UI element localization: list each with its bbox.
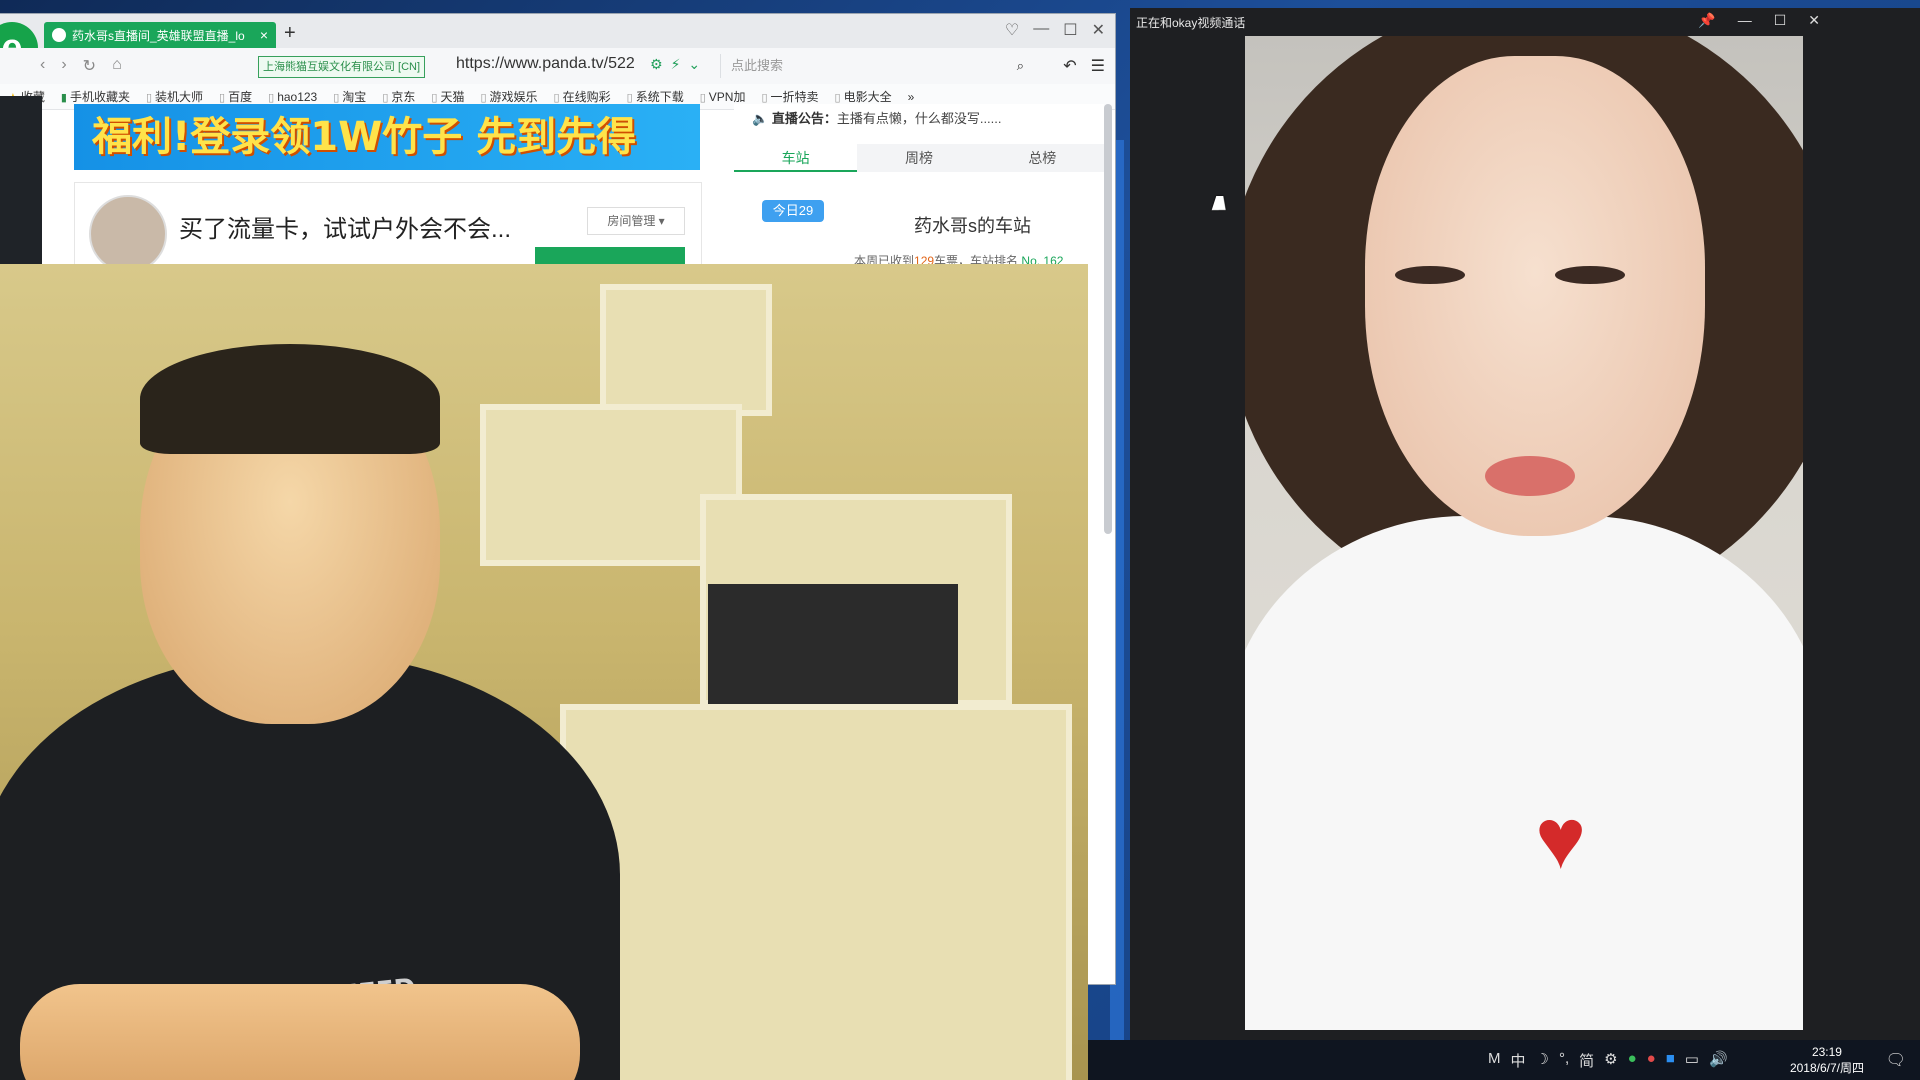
bookmarks-overflow-icon[interactable]: »	[908, 90, 915, 104]
search-icon[interactable]: ⌕	[1017, 54, 1024, 78]
arms	[20, 984, 580, 1080]
tab-active[interactable]: 药水哥s直播间_英雄联盟直播_lo ×	[44, 22, 276, 48]
bookmark-item[interactable]: 游戏娱乐	[480, 88, 538, 105]
room-manage-button[interactable]: 房间管理 ▾	[587, 207, 685, 235]
station-title: 药水哥s的车站	[914, 216, 1031, 236]
new-tab-button[interactable]: +	[284, 22, 296, 45]
bookmark-item[interactable]: 淘宝	[333, 88, 366, 105]
undo-icon[interactable]: ↶	[1063, 56, 1076, 76]
toolbar-icons: ↶ ☰	[1063, 56, 1105, 76]
url-icons: ⚙ ⚡ ⌄	[650, 56, 700, 73]
bookmark-item[interactable]: 一折特卖	[761, 88, 819, 105]
pin-icon[interactable]: 📌	[1698, 12, 1715, 29]
bookmark-item[interactable]: VPN加	[700, 88, 746, 105]
streamer-webcam: BOXING LIFED	[0, 264, 1088, 1080]
clock[interactable]: 23:19 2018/6/7/周四	[1790, 1044, 1864, 1076]
video-call-window: 正在和okay视频通话 📌 — ☐ ✕ ♥	[1130, 8, 1920, 1040]
bookmark-item[interactable]: 装机大师	[146, 88, 203, 105]
notification-icon[interactable]: 🗨	[1886, 1050, 1906, 1070]
forward-icon[interactable]: ›	[61, 56, 66, 76]
address-bar: ‹ › ↻ ⌂ 上海熊猫互娱文化有限公司 [CN] https://www.pa…	[0, 48, 1115, 85]
minimize-icon[interactable]: —	[1033, 20, 1049, 40]
app-icon[interactable]: ●	[1628, 1050, 1637, 1071]
speaker-icon: 🔈	[752, 111, 769, 126]
tray-item[interactable]: °,	[1559, 1050, 1569, 1071]
room-manage-label: 房间管理	[607, 214, 656, 228]
dropdown-icon[interactable]: ⌄	[688, 56, 700, 73]
bookmark-item[interactable]: 电影大全	[835, 88, 892, 105]
app-icon[interactable]: ●	[1647, 1050, 1656, 1071]
tab-title: 药水哥s直播间_英雄联盟直播_lo	[72, 28, 245, 43]
announcement-label: 直播公告：	[771, 111, 837, 126]
security-icon[interactable]: ⚙	[650, 56, 663, 73]
app-icon[interactable]: ■	[1666, 1050, 1675, 1071]
streamer: BOXING LIFED	[0, 324, 620, 1080]
home-icon[interactable]: ⌂	[112, 56, 122, 76]
clock-time: 23:19	[1811, 1045, 1842, 1059]
search-placeholder: 点此搜索	[731, 58, 784, 73]
certificate-badge[interactable]: 上海熊猫互娱文化有限公司 [CN]	[258, 56, 426, 78]
speaker-box	[708, 584, 958, 704]
call-window-controls: 📌 — ☐ ✕	[1698, 12, 1820, 29]
volume-icon[interactable]: 🔊	[1709, 1050, 1728, 1071]
tab-close-icon[interactable]: ×	[260, 27, 268, 43]
promo-banner[interactable]: 福利!登录领1W竹子 先到先得	[74, 104, 700, 170]
call-title: 正在和okay视频通话	[1136, 16, 1246, 30]
bookmark-item[interactable]: 京东	[382, 88, 415, 105]
page-scrollbar[interactable]	[1104, 104, 1112, 534]
remote-video[interactable]: ♥	[1245, 36, 1803, 1030]
system-tray: M 中 ☽ °, 简 ⚙ ● ● ■ ▭ 🔊	[1488, 1050, 1728, 1071]
window-controls: ♡ — ☐ ✕	[1005, 20, 1105, 40]
network-icon[interactable]: ▭	[1685, 1050, 1699, 1071]
back-icon[interactable]: ‹	[40, 56, 45, 76]
eye	[1555, 266, 1625, 284]
today-badge: 今日29	[762, 200, 824, 222]
tab-total[interactable]: 总榜	[981, 144, 1104, 172]
side-panel: 🔈 直播公告：主播有点懒，什么都没写...... 车站 周榜 总榜 今日29 药…	[734, 104, 1104, 268]
panda-favicon-icon	[52, 28, 66, 42]
bookmark-item[interactable]: 系统下载	[627, 88, 684, 105]
bookmark-item[interactable]: 手机收藏夹	[61, 88, 130, 105]
tray-item[interactable]: 简	[1579, 1050, 1594, 1071]
tab-station[interactable]: 车站	[734, 144, 858, 172]
maximize-icon[interactable]: ☐	[1063, 20, 1077, 40]
taskbar: M 中 ☽ °, 简 ⚙ ● ● ■ ▭ 🔊 23:19 2018/6/7/周四…	[1088, 1040, 1920, 1080]
streamer-avatar[interactable]	[89, 195, 167, 273]
bookmark-item[interactable]: 天猫	[431, 88, 464, 105]
nav-buttons: ‹ › ↻ ⌂	[40, 56, 122, 76]
cabinet	[560, 704, 1072, 1080]
browser-titlebar: e 药水哥s直播间_英雄联盟直播_lo × + ♡ — ☐ ✕	[0, 14, 1115, 74]
announcement: 🔈 直播公告：主播有点懒，什么都没写......	[752, 108, 1002, 127]
shirt	[1245, 516, 1803, 1030]
room-header: 买了流量卡，试试户外会不会... 房间管理 ▾	[74, 182, 702, 273]
heart-icon: ♥	[1535, 791, 1587, 887]
clock-date: 2018/6/7/周四	[1789, 1061, 1864, 1075]
bookmark-item[interactable]: 百度	[219, 88, 252, 105]
menu-icon[interactable]: ☰	[1091, 56, 1105, 76]
tray-item[interactable]: 中	[1511, 1050, 1526, 1071]
skin-icon[interactable]: ♡	[1005, 20, 1019, 40]
bookmark-item[interactable]: 在线购彩	[554, 88, 611, 105]
lips	[1485, 456, 1575, 496]
announcement-text: 主播有点懒，什么都没写......	[836, 111, 1002, 126]
panel-tabs: 车站 周榜 总榜	[734, 144, 1104, 172]
hair	[140, 344, 440, 454]
site-sidebar	[0, 96, 42, 266]
maximize-icon[interactable]: ☐	[1774, 12, 1787, 29]
shelf	[600, 284, 772, 416]
tray-item[interactable]: ⚙	[1604, 1050, 1617, 1071]
url-field[interactable]: https://www.panda.tv/522	[456, 55, 635, 73]
close-icon[interactable]: ✕	[1092, 20, 1105, 40]
refresh-icon[interactable]: ↻	[83, 56, 96, 76]
tab-weekly[interactable]: 周榜	[857, 144, 980, 172]
room-title: 买了流量卡，试试户外会不会...	[179, 216, 512, 243]
bookmark-item[interactable]: hao123	[268, 90, 317, 104]
tray-item[interactable]: ☽	[1536, 1050, 1549, 1071]
minimize-icon[interactable]: —	[1738, 12, 1752, 29]
search-input[interactable]: 点此搜索 ⌕	[720, 54, 1030, 78]
eye	[1395, 266, 1465, 284]
speed-mode-icon[interactable]: ⚡	[671, 56, 681, 73]
close-icon[interactable]: ✕	[1808, 12, 1820, 29]
tray-item[interactable]: M	[1488, 1050, 1501, 1071]
